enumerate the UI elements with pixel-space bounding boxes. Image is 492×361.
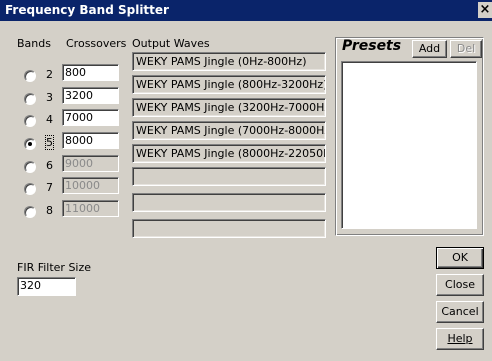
crossover-field-6: 10000 [62,177,119,194]
output-waves-header: Output Waves [132,37,210,50]
band-number: 8 [46,204,53,217]
band-number: 7 [46,181,53,194]
radio-band-2[interactable] [24,70,36,82]
presets-list[interactable] [341,61,477,229]
crossover-field-5: 9000 [62,155,119,172]
presets-title: Presets [342,38,402,54]
band-number: 4 [46,113,53,126]
title-bar: Frequency Band Splitter × [0,0,492,21]
output-wave-5[interactable]: WEKY PAMS Jingle (8000Hz-22050Hz) [132,144,326,163]
close-button[interactable]: Close [436,274,484,296]
radio-band-7[interactable] [24,183,36,195]
output-wave-1[interactable]: WEKY PAMS Jingle (0Hz-800Hz) [132,52,326,71]
window-title: Frequency Band Splitter [5,3,169,17]
crossover-field-4[interactable]: 8000 [62,132,119,149]
radio-band-3[interactable] [24,93,36,105]
band-number: 5 [45,135,54,150]
crossover-field-7: 11000 [62,200,119,217]
help-button-label: Help [447,332,473,345]
radio-band-8[interactable] [24,206,36,218]
band-number: 3 [46,91,53,104]
ok-button[interactable]: OK [436,247,484,269]
output-wave-3[interactable]: WEKY PAMS Jingle (3200Hz-7000Hz) [132,98,326,117]
band-number: 6 [46,159,53,172]
bands-header: Bands [17,37,51,50]
radio-band-6[interactable] [24,161,36,173]
output-wave-2[interactable]: WEKY PAMS Jingle (800Hz-3200Hz) [132,75,326,94]
help-button[interactable]: Help [436,328,484,350]
radio-band-5[interactable] [24,138,36,150]
crossover-field-2[interactable]: 3200 [62,87,119,104]
crossovers-header: Crossovers [66,37,127,50]
output-wave-8 [132,219,326,238]
output-wave-7 [132,193,326,212]
band-number: 2 [46,68,53,81]
output-wave-4[interactable]: WEKY PAMS Jingle (7000Hz-8000Hz) [132,121,326,140]
crossover-field-1[interactable]: 800 [62,64,119,81]
crossover-field-3[interactable]: 7000 [62,109,119,126]
output-wave-6 [132,167,326,186]
cancel-button[interactable]: Cancel [436,301,484,323]
delete-preset-button: Del [450,40,482,58]
close-icon[interactable]: × [478,2,492,18]
fir-filter-size-input[interactable]: 320 [17,277,76,296]
radio-band-4[interactable] [24,115,36,127]
fir-filter-size-label: FIR Filter Size [17,261,92,274]
add-preset-button[interactable]: Add [412,40,447,58]
